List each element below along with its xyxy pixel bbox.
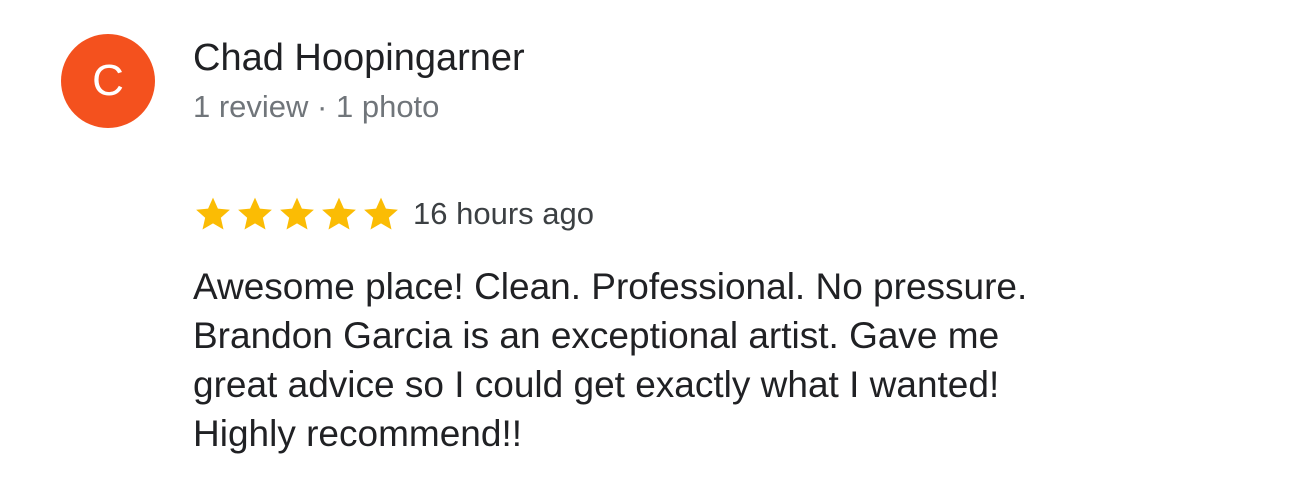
star-icon xyxy=(361,194,401,234)
review-text: Awesome place! Clean. Professional. No p… xyxy=(193,262,1253,458)
star-icon xyxy=(193,194,233,234)
avatar-initial: C xyxy=(92,56,124,105)
reviewer-meta: 1 review · 1 photo xyxy=(193,89,440,124)
review-card: C Chad Hoopingarner 1 review · 1 photo 1… xyxy=(0,0,1290,490)
review-text-line: Awesome place! Clean. Professional. No p… xyxy=(193,266,1028,307)
star-icon xyxy=(319,194,359,234)
star-icon xyxy=(277,194,317,234)
avatar[interactable]: C xyxy=(61,34,155,128)
review-text-line: Highly recommend!! xyxy=(193,413,523,454)
star-icon xyxy=(235,194,275,234)
review-text-line: great advice so I could get exactly what… xyxy=(193,364,1000,405)
review-time: 16 hours ago xyxy=(413,196,594,231)
reviewer-name[interactable]: Chad Hoopingarner xyxy=(193,36,525,80)
rating-row: 16 hours ago xyxy=(193,193,594,235)
star-rating xyxy=(193,194,403,234)
review-text-line: Brandon Garcia is an exceptional artist.… xyxy=(193,315,1000,356)
